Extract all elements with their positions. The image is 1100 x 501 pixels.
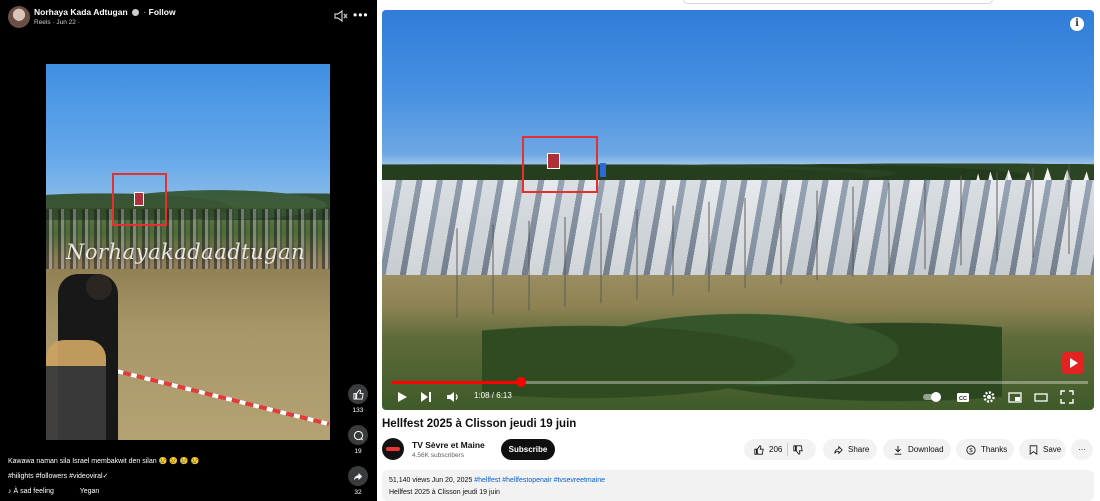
divider [787, 443, 789, 456]
description-hashtags[interactable]: #hellfest #hellfestopenair #tvsevreetmai… [474, 477, 605, 484]
post-meta: Reels · Jun 22 · [34, 19, 80, 26]
reel-hashtags[interactable]: #hilights #followers #videoviral✓ [8, 472, 108, 480]
views-date: 51,140 views Jun 20, 2025 [389, 477, 473, 484]
channel-avatar[interactable] [382, 438, 404, 460]
blue-flag [600, 163, 606, 177]
super-thanks-icon: $ [966, 444, 976, 455]
thumbs-down-icon[interactable] [793, 444, 804, 455]
description-stats: 51,140 views Jun 20, 2025 #hellfest #hel… [389, 477, 605, 484]
separator-dot: · [143, 7, 147, 17]
audio-line[interactable]: ♪ À sad feeling Yegan [8, 488, 99, 495]
highlight-box [112, 173, 167, 226]
download-icon [894, 445, 902, 455]
download-button[interactable]: Download [883, 439, 951, 460]
time-display: 1:08 / 6:13 [474, 391, 512, 400]
music-icon: ♪ [8, 488, 12, 495]
channel-watermark-icon[interactable] [1062, 352, 1084, 374]
save-label: Save [1043, 445, 1062, 454]
share-icon [348, 466, 368, 486]
author-name[interactable]: Norhaya Kada Adtugan [34, 7, 128, 17]
audio-title: À sad feeling [13, 488, 54, 495]
comment-icon [348, 425, 368, 445]
like-button[interactable]: 133 [347, 384, 369, 414]
like-count: 133 [352, 407, 364, 414]
play-icon[interactable] [396, 390, 408, 404]
facebook-reel-panel: Norhaya Kada Adtugan · Follow Reels · Ju… [0, 0, 377, 501]
thanks-label: Thanks [981, 445, 1008, 454]
subscribe-button[interactable]: Subscribe [501, 439, 555, 460]
more-options-icon[interactable]: ••• [353, 9, 369, 21]
svg-text:$: $ [969, 448, 973, 454]
follow-button[interactable]: Follow [149, 7, 176, 17]
share-button[interactable]: 32 [347, 466, 369, 496]
thanks-button[interactable]: $ Thanks [956, 439, 1014, 460]
scrubber-handle[interactable] [515, 377, 526, 387]
settings-gear-icon[interactable] [982, 390, 996, 404]
comment-count: 19 [354, 448, 362, 455]
volume-icon[interactable] [446, 390, 460, 404]
progress-fill [392, 381, 521, 384]
theater-mode-icon[interactable] [1034, 390, 1048, 404]
straw-hat-person [46, 340, 106, 440]
share-icon [834, 445, 843, 454]
like-count: 206 [769, 445, 783, 454]
description-text: Hellfest 2025 à Clisson jeudi 19 juin [389, 489, 500, 496]
more-horizontal-icon: ··· [1078, 445, 1086, 454]
channel-name[interactable]: TV Sèvre et Maine [412, 440, 485, 450]
autoplay-toggle-icon[interactable] [922, 390, 942, 404]
share-count: 32 [354, 489, 362, 496]
author-avatar[interactable] [8, 6, 30, 28]
thumbs-up-icon[interactable] [754, 444, 764, 455]
svg-text:CC: CC [959, 396, 967, 402]
author-line: Norhaya Kada Adtugan · Follow [34, 7, 176, 17]
more-actions-button[interactable]: ··· [1071, 439, 1093, 460]
download-label: Download [908, 445, 944, 454]
youtube-panel: i 1:08 / 6:13 CC Hellfest 2025 à Clisson… [377, 0, 1100, 501]
audio-artist: Yegan [79, 488, 100, 495]
comment-button[interactable]: 19 [347, 425, 369, 455]
share-button[interactable]: Share [823, 439, 877, 460]
fullscreen-icon[interactable] [1060, 390, 1074, 404]
video-player[interactable]: i 1:08 / 6:13 CC [382, 10, 1094, 410]
foreground-person-head [86, 274, 112, 300]
share-label: Share [848, 445, 870, 454]
subscriber-count: 4.56K subscribers [412, 452, 465, 459]
miniplayer-icon[interactable] [1008, 390, 1022, 404]
like-dislike-group[interactable]: 206 [744, 439, 816, 460]
save-button[interactable]: Save [1019, 439, 1066, 460]
search-bar-edge[interactable] [683, 0, 993, 4]
next-icon[interactable] [420, 390, 432, 404]
comparison-screenshot: Norhaya Kada Adtugan · Follow Reels · Ju… [0, 0, 1100, 501]
barrier-tape [95, 364, 330, 427]
verified-badge-icon [132, 9, 140, 17]
video-watermark: Norhayakadaadtugan [66, 240, 306, 264]
bookmark-icon [1029, 444, 1038, 455]
progress-bar[interactable] [392, 381, 1088, 384]
highlight-box [522, 136, 598, 193]
description-box[interactable] [382, 470, 1094, 501]
reel-video[interactable]: Norhayakadaadtugan [46, 64, 330, 440]
mute-icon[interactable] [334, 10, 348, 22]
info-icon[interactable]: i [1070, 17, 1084, 31]
captions-icon[interactable]: CC [956, 390, 970, 404]
like-icon [348, 384, 368, 404]
video-title: Hellfest 2025 à Clisson jeudi 19 juin [382, 418, 577, 430]
reel-caption: Kawawa naman sila Israel membakwit den s… [8, 458, 200, 465]
